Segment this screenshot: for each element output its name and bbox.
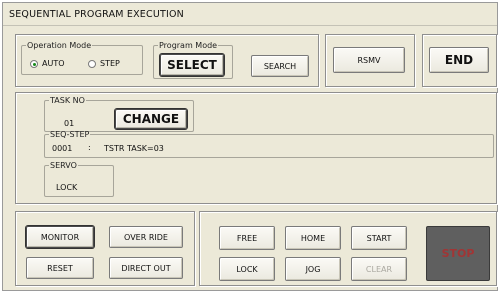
radio-auto-indicator[interactable] [30,59,38,68]
seq-step-separator: : [88,143,91,152]
free-button[interactable]: FREE [219,226,275,250]
reset-button[interactable]: RESET [26,257,94,279]
seq-step-legend: SEQ-STEP [50,130,90,139]
program-mode-legend: Program Mode [159,41,218,50]
task-no-legend: TASK NO [50,96,85,105]
status-panel: TASK NO 01 CHANGE SEQ-STEP 0001 : TSTR T… [15,92,497,204]
radio-step-indicator[interactable] [88,59,96,68]
end-button[interactable]: END [429,47,489,73]
seq-step-instruction: TSTR TASK=03 [104,144,164,153]
window-title: SEQUENTIAL PROGRAM EXECUTION [9,9,184,20]
operation-mode-group: Operation Mode AUTO STEP [21,41,143,75]
rsmv-panel: RSMV [325,34,415,87]
select-button[interactable]: SELECT [160,54,224,76]
search-button[interactable]: SEARCH [251,55,309,77]
title-bar: SEQUENTIAL PROGRAM EXECUTION [3,3,497,26]
program-execution-window: SEQUENTIAL PROGRAM EXECUTION Operation M… [2,2,498,291]
radio-auto[interactable]: AUTO [30,59,65,68]
direct-out-button[interactable]: DIRECT OUT [109,257,183,279]
program-mode-group: Program Mode SELECT [153,41,233,79]
operation-mode-legend: Operation Mode [27,41,92,50]
rsmv-button[interactable]: RSMV [333,47,405,73]
motion-panel: FREE HOME START LOCK JOG CLEAR STOP [199,211,497,286]
jog-button[interactable]: JOG [285,257,341,281]
monitor-button[interactable]: MONITOR [26,226,94,248]
task-no-group: TASK NO 01 CHANGE [44,96,194,132]
override-button[interactable]: OVER RIDE [109,226,183,248]
home-button[interactable]: HOME [285,226,341,250]
change-button[interactable]: CHANGE [115,109,187,129]
mode-panel: Operation Mode AUTO STEP Program Mode SE… [15,34,319,87]
radio-step-label: STEP [100,59,120,68]
servo-legend: SERVO [50,161,77,170]
stop-button[interactable]: STOP [426,226,490,281]
servo-value: LOCK [56,183,78,192]
task-no-value: 01 [64,119,75,128]
end-panel: END [422,34,497,87]
clear-button[interactable]: CLEAR [351,257,407,281]
start-button[interactable]: START [351,226,407,250]
servo-group: SERVO LOCK [44,161,114,197]
radio-step[interactable]: STEP [88,59,120,68]
seq-step-group: SEQ-STEP 0001 : TSTR TASK=03 [44,130,494,158]
radio-auto-label: AUTO [42,59,65,68]
monitor-panel: MONITOR OVER RIDE RESET DIRECT OUT [15,211,195,286]
lock-button[interactable]: LOCK [219,257,275,281]
seq-step-number: 0001 [52,144,73,153]
